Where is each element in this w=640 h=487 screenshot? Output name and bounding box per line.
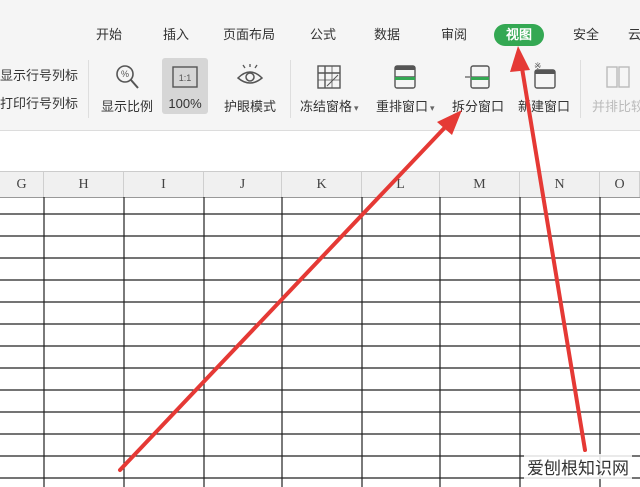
column-header-m[interactable]: M [440, 172, 520, 197]
column-header-j[interactable]: J [204, 172, 282, 197]
rearrange-windows-icon [394, 65, 416, 89]
column-header-i[interactable]: I [124, 172, 204, 197]
ratio-text: 1:1 [179, 73, 192, 83]
freeze-grid-icon [317, 65, 341, 89]
ribbon-separator [88, 60, 89, 118]
tab-data[interactable]: 数据 [374, 24, 400, 46]
column-header-bar: G H I J K L M N O [0, 171, 640, 198]
split-window-button[interactable]: 拆分窗口 [452, 62, 504, 115]
new-window-label: 新建窗口 [518, 99, 571, 114]
tab-insert[interactable]: 插入 [163, 24, 189, 46]
zoom-button[interactable]: % 显示比例 [101, 62, 153, 115]
freeze-panes-button[interactable]: 冻结窗格 ▾ [300, 62, 359, 115]
column-header-o[interactable]: O [600, 172, 640, 197]
new-window-button[interactable]: ※ 新建窗口 [518, 62, 570, 115]
formula-bar-area [0, 131, 640, 171]
zoom-100-tool[interactable]: 1:1 100% [164, 62, 206, 111]
eye-mode-button[interactable]: 护眼模式 [224, 62, 276, 115]
column-header-k[interactable]: K [282, 172, 362, 197]
ribbon-separator [290, 60, 291, 118]
cell-grid[interactable] [0, 197, 640, 487]
tab-cloud[interactable]: 云 [628, 24, 640, 46]
tab-home[interactable]: 开始 [96, 24, 122, 46]
print-row-col-headers-checkbox[interactable]: 打印行号列标 [0, 93, 78, 112]
side-by-side-button[interactable]: 并排比较 [592, 62, 640, 115]
column-header-l[interactable]: L [362, 172, 440, 197]
eye-mode-label: 护眼模式 [224, 99, 277, 114]
svg-text:%: % [121, 69, 129, 79]
watermark: 爱刨根知识网 [524, 454, 632, 479]
side-by-side-icon [606, 66, 630, 88]
new-window-icon: ※ [534, 62, 556, 89]
eye-icon [236, 64, 264, 84]
tab-formulas[interactable]: 公式 [310, 24, 336, 46]
grid-lines [0, 197, 640, 487]
freeze-panes-label: 冻结窗格 [300, 99, 353, 114]
side-by-side-label: 并排比较 [592, 99, 640, 114]
split-window-icon [465, 65, 490, 89]
ribbon-separator [580, 60, 581, 118]
svg-text:※: ※ [534, 62, 542, 71]
tab-review[interactable]: 审阅 [441, 24, 467, 46]
column-header-h[interactable]: H [44, 172, 124, 197]
zoom-label: 显示比例 [101, 99, 154, 114]
magnifier-percent-icon: % [116, 65, 139, 89]
chevron-down-icon: ▾ [354, 103, 359, 113]
zoom-value: 100% [168, 96, 202, 111]
tab-page-layout[interactable]: 页面布局 [223, 24, 275, 46]
split-window-label: 拆分窗口 [452, 99, 505, 114]
chevron-down-icon: ▾ [430, 103, 435, 113]
tab-view[interactable]: 视图 [494, 24, 545, 46]
column-header-g[interactable]: G [0, 172, 44, 197]
tab-security[interactable]: 安全 [573, 24, 599, 46]
show-row-col-headers-checkbox[interactable]: 显示行号列标 [0, 65, 78, 84]
column-header-n[interactable]: N [520, 172, 600, 197]
menu-bar: 开始 插入 页面布局 公式 数据 审阅 视图 安全 云 [0, 0, 640, 50]
rearrange-windows-button[interactable]: 重排窗口 ▾ [376, 62, 435, 115]
rearrange-windows-label: 重排窗口 [376, 99, 429, 114]
ratio-1-1-icon: 1:1 [172, 66, 198, 88]
